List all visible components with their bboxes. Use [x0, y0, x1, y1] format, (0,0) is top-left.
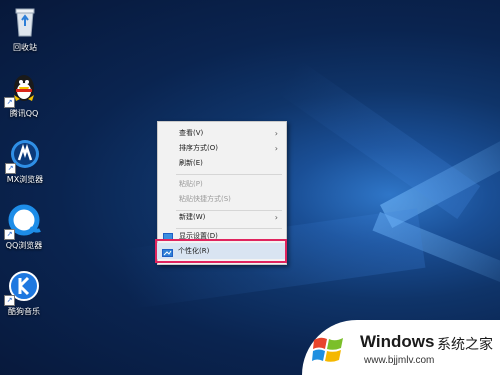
menu-item-label: 排序方式(O): [179, 144, 218, 152]
qq-browser-icon: ↗: [4, 202, 42, 240]
desktop-icon-label: 回收站: [13, 43, 37, 52]
menu-item-label: 粘贴快捷方式(S): [179, 195, 231, 203]
site-watermark: Windows 系统之家 www.bjjmlv.com: [302, 320, 500, 375]
watermark-suffix: 系统之家: [437, 337, 493, 353]
maxthon-browser-icon: ↗: [5, 136, 43, 174]
menu-item-label: 新建(W): [179, 213, 206, 221]
shortcut-arrow-icon: ↗: [4, 97, 15, 108]
kugou-music-icon: ↗: [4, 268, 42, 306]
desktop-icon-qq[interactable]: ↗ 腾讯QQ: [0, 70, 56, 119]
chevron-right-icon: ›: [274, 129, 278, 138]
windows-logo-icon: [312, 334, 344, 366]
desktop-icon-label: MX浏览器: [6, 175, 44, 184]
qq-penguin-icon: ↗: [4, 70, 42, 108]
watermark-url: www.bjjmlv.com: [364, 355, 435, 366]
menu-item-sort-by[interactable]: 排序方式(O) ›: [158, 141, 286, 156]
shortcut-arrow-icon: ↗: [4, 295, 15, 306]
desktop-background: 回收站 ↗ 腾讯QQ ↗ MX浏览器 ↗ QQ浏览器 ↗ 酷狗音乐 查看(V) …: [0, 0, 500, 375]
chevron-right-icon: ›: [274, 144, 278, 153]
menu-item-new[interactable]: 新建(W) ›: [158, 210, 286, 225]
highlight-annotation-box: [155, 239, 287, 263]
shortcut-arrow-icon: ↗: [5, 163, 16, 174]
desktop-icon-label: 腾讯QQ: [9, 109, 39, 118]
menu-item-paste[interactable]: 粘贴(P): [158, 177, 286, 192]
desktop-icon-recycle-bin[interactable]: 回收站: [0, 4, 57, 53]
desktop-icon-qq-browser[interactable]: ↗ QQ浏览器: [0, 202, 56, 251]
menu-separator: [176, 174, 282, 175]
menu-item-refresh[interactable]: 刷新(E): [158, 156, 286, 171]
recycle-bin-icon: [7, 4, 43, 40]
desktop-icon-kugou[interactable]: ↗ 酷狗音乐: [0, 268, 56, 317]
desktop-icon-mx-browser[interactable]: ↗ MX浏览器: [0, 136, 57, 185]
shortcut-arrow-icon: ↗: [4, 229, 15, 240]
menu-item-label: 刷新(E): [179, 159, 203, 167]
menu-item-view[interactable]: 查看(V) ›: [158, 126, 286, 141]
menu-item-label: 粘贴(P): [179, 180, 203, 188]
menu-item-label: 查看(V): [179, 129, 204, 137]
menu-item-paste-shortcut[interactable]: 粘贴快捷方式(S): [158, 192, 286, 207]
desktop-icon-label: QQ浏览器: [5, 241, 43, 250]
desktop-icon-label: 酷狗音乐: [8, 307, 40, 316]
chevron-right-icon: ›: [274, 213, 278, 222]
wallpaper-beam: [277, 60, 481, 219]
watermark-brand: Windows: [360, 332, 435, 351]
